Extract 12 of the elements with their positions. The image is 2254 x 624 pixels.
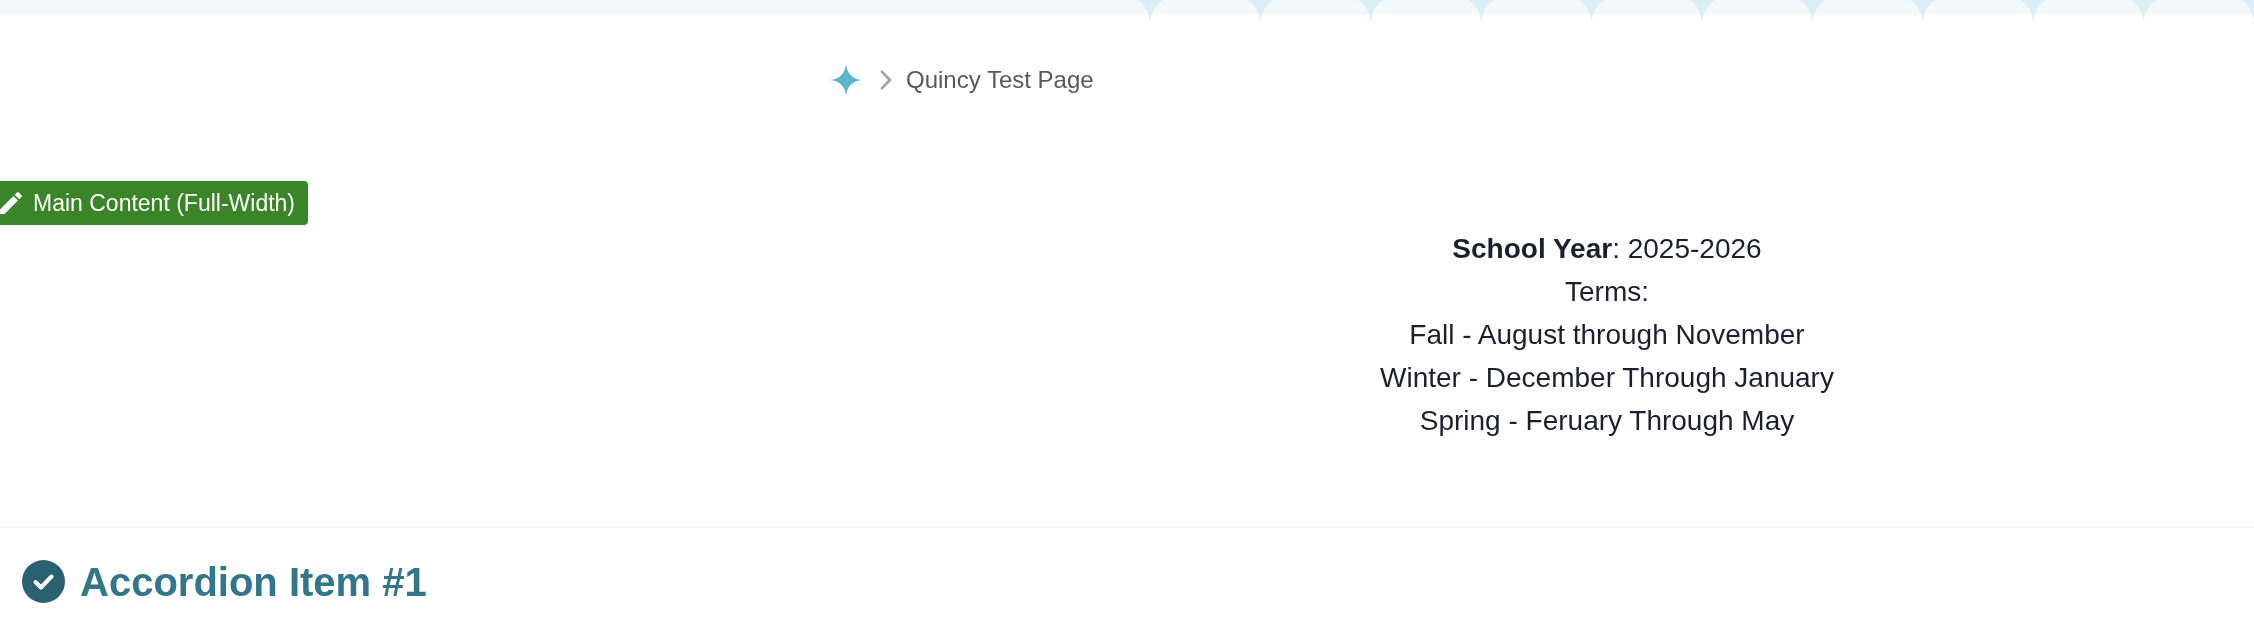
check-circle-icon bbox=[22, 560, 65, 603]
edit-section-button[interactable]: Main Content (Full-Width) bbox=[0, 181, 309, 225]
text-line: Winter - December Through January bbox=[1380, 361, 1834, 395]
text-line: Spring - Feruary Through May bbox=[1419, 404, 1795, 438]
star-icon[interactable] bbox=[830, 64, 862, 96]
text-line: School Year: 2025-2026 bbox=[1452, 232, 1762, 266]
accordion-header[interactable]: Accordion Item #1 bbox=[22, 560, 427, 603]
text-line: Fall - August through November bbox=[1409, 318, 1805, 352]
breadcrumb-item: Quincy Test Page bbox=[906, 68, 1094, 92]
text-line: Terms: bbox=[1565, 275, 1649, 309]
chevron-right-icon bbox=[880, 70, 892, 90]
pencil-icon bbox=[0, 192, 22, 214]
